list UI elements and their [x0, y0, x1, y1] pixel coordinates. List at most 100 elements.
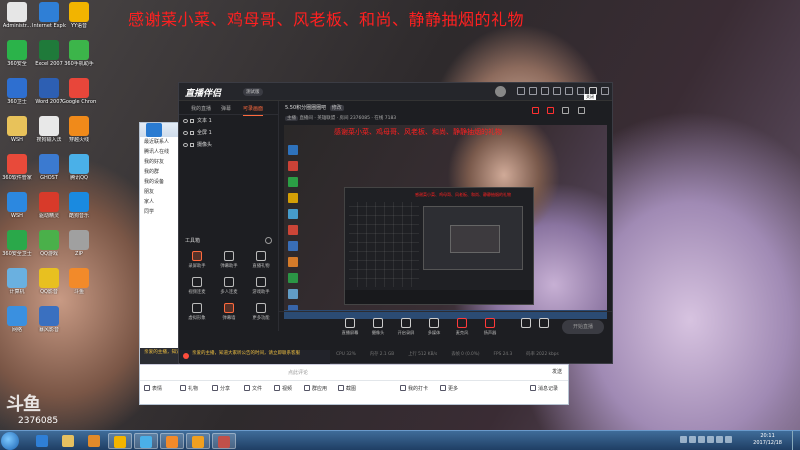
contact-group-row[interactable]: 家人	[140, 197, 181, 207]
message-icon[interactable]	[517, 87, 525, 95]
desktop-icon[interactable]: 360手机助手	[62, 40, 96, 67]
eye-icon[interactable]	[183, 131, 188, 135]
desktop-icon[interactable]: 网络	[0, 306, 34, 333]
start-button[interactable]	[1, 432, 19, 450]
toolbox-item[interactable]: 多人连麦	[215, 277, 243, 295]
contact-group-row[interactable]: 朋友	[140, 187, 181, 197]
close-icon[interactable]	[601, 87, 609, 95]
desktop-icon[interactable]: 穿越火线	[62, 116, 96, 143]
taskbar-app-ie[interactable]	[30, 433, 54, 449]
desktop-icon[interactable]: Administr...	[0, 2, 34, 29]
source-item-text[interactable]: 文本 1	[179, 115, 278, 127]
desktop-icon[interactable]: 360安全卫士	[0, 230, 34, 257]
edit-title-button[interactable]: 修改	[329, 105, 344, 111]
taskbar-app-game[interactable]	[212, 433, 236, 449]
qq-tool-button[interactable]: 群应用	[304, 385, 327, 392]
app-titlebar[interactable]: 直播伴侣 测试版 关闭	[179, 83, 612, 101]
tab-danmaku[interactable]: 弹幕	[221, 105, 231, 112]
source-item-camera[interactable]: 摄像头	[179, 139, 278, 151]
screen-capture-control[interactable]: 直播屏幕	[337, 318, 363, 336]
desktop-icon[interactable]: 暴风影音	[32, 306, 66, 333]
contact-group-row[interactable]: 最近联系人	[140, 137, 181, 147]
desktop-icon[interactable]: Internet Explorer	[32, 2, 66, 29]
comment-input[interactable]: 点此评论	[288, 368, 488, 378]
source-item-fullscreen[interactable]: 全屏 1	[179, 127, 278, 139]
toolbox-item[interactable]: 更多功能	[247, 303, 275, 321]
share-icon[interactable]	[577, 107, 585, 114]
lock-icon[interactable]	[190, 131, 194, 135]
contact-group-row[interactable]: 我的群	[140, 167, 181, 177]
toolbox-item[interactable]: 虚拟形象	[183, 303, 211, 321]
speaker-control[interactable]: 扬声器	[477, 318, 503, 336]
eye-icon[interactable]	[183, 119, 188, 123]
toolbox-item[interactable]: 弹幕助手	[215, 251, 243, 269]
system-tray[interactable]	[680, 436, 750, 446]
media-control[interactable]: 多媒体	[421, 318, 447, 336]
qq-tool-button[interactable]: 更多	[440, 385, 458, 392]
settings-toggle[interactable]	[531, 318, 557, 328]
live-data-icon[interactable]	[547, 107, 555, 114]
desktop-icon[interactable]: Excel 2007	[32, 40, 66, 67]
skin-icon[interactable]	[541, 87, 549, 95]
taskbar-app-explorer[interactable]	[56, 433, 80, 449]
qq-contact-list[interactable]: 最近联系人 腾讯人在线 我的好友 我的群 我的设备 朋友 家人 同学	[140, 137, 182, 367]
taskbar-app-yy[interactable]	[108, 433, 132, 449]
lock-icon[interactable]	[190, 143, 194, 147]
tab-capture[interactable]: 可录画面	[243, 105, 264, 116]
show-desktop-button[interactable]	[792, 431, 800, 450]
taskbar-app-media-player[interactable]	[82, 433, 106, 449]
desktop-icon[interactable]: YY语音	[62, 2, 96, 29]
home-icon[interactable]	[146, 123, 162, 137]
taskbar-app-douyu[interactable]	[160, 433, 184, 449]
desktop-icon[interactable]: 360安全	[0, 40, 34, 67]
start-live-button[interactable]: 开始直播	[562, 320, 604, 334]
desktop-icon[interactable]: 斗鱼	[62, 268, 96, 295]
filter-icon[interactable]	[553, 87, 561, 95]
contact-group-row[interactable]: 同学	[140, 207, 181, 217]
stream-preview[interactable]: 感谢菜小菜、鸡母哥、风老板、和尚、静静抽烟的礼物 感谢菜小菜、鸡母哥、风老板、和…	[284, 125, 607, 319]
gift-icon[interactable]	[532, 107, 539, 114]
tab-my-live[interactable]: 我的直播	[191, 105, 211, 112]
taskbar-clock[interactable]: 20:11 2017/12/18	[753, 433, 782, 447]
menu-icon[interactable]	[565, 87, 573, 95]
screen-icon[interactable]	[529, 87, 537, 95]
toolbox-item[interactable]: 游戏助手	[247, 277, 275, 295]
avatar[interactable]	[495, 86, 506, 97]
qq-tool-button[interactable]: 文件	[244, 385, 262, 392]
qq-tool-button[interactable]: 礼物	[180, 385, 198, 392]
qq-tool-button[interactable]: 分享	[212, 385, 230, 392]
contact-group-row[interactable]: 我的设备	[140, 177, 181, 187]
qq-tool-button[interactable]: 消息记录	[530, 385, 558, 392]
eye-icon[interactable]	[183, 143, 188, 147]
taskbar-app-qq[interactable]	[134, 433, 158, 449]
desktop-icon[interactable]: QQ影音	[32, 268, 66, 295]
desktop-icon[interactable]: WSH	[0, 192, 34, 219]
toolbox-item[interactable]: 录屏助手	[183, 251, 211, 269]
contact-group-row[interactable]: 腾讯人在线	[140, 147, 181, 157]
camera-control[interactable]: 摄像头	[365, 318, 391, 336]
settings-icon[interactable]	[562, 107, 570, 114]
desktop-icon[interactable]: 驱动精灵	[32, 192, 66, 219]
desktop-icon[interactable]: 酷狗音乐	[62, 192, 96, 219]
desktop-icon[interactable]: 360软件管家	[0, 154, 34, 181]
desktop-icon[interactable]: 360卫士	[0, 78, 34, 105]
contact-group-row[interactable]: 我的好友	[140, 157, 181, 167]
desktop-icon[interactable]: 计算机	[0, 268, 34, 295]
desktop-icon[interactable]: GHOST	[32, 154, 66, 181]
more-tools-icon[interactable]	[265, 237, 272, 244]
desktop-icon[interactable]: QQ游戏	[32, 230, 66, 257]
toolbox-item[interactable]: 直播礼物	[247, 251, 275, 269]
microphone-control[interactable]: 麦克风	[449, 318, 475, 336]
desktop-icon[interactable]: Google Chrome	[62, 78, 96, 105]
qq-tool-button[interactable]: 表情	[144, 385, 162, 392]
app-system-notice[interactable]: 亲爱的主播，知道大家听公告的时间，请立即联系客服	[180, 350, 330, 364]
toolbox-item[interactable]: 弹幕墙	[215, 303, 243, 321]
qq-tool-button[interactable]: 截图	[338, 385, 356, 392]
desktop-icon[interactable]: Word 2007	[32, 78, 66, 105]
desktop-icon[interactable]: ZIP	[62, 230, 96, 257]
record-control[interactable]: 开启录屏	[393, 318, 419, 336]
lock-icon[interactable]	[190, 119, 194, 123]
desktop-icon[interactable]: WSH	[0, 116, 34, 143]
taskbar-app-live-companion[interactable]	[186, 433, 210, 449]
desktop-icon[interactable]: 搜狗输入法	[32, 116, 66, 143]
